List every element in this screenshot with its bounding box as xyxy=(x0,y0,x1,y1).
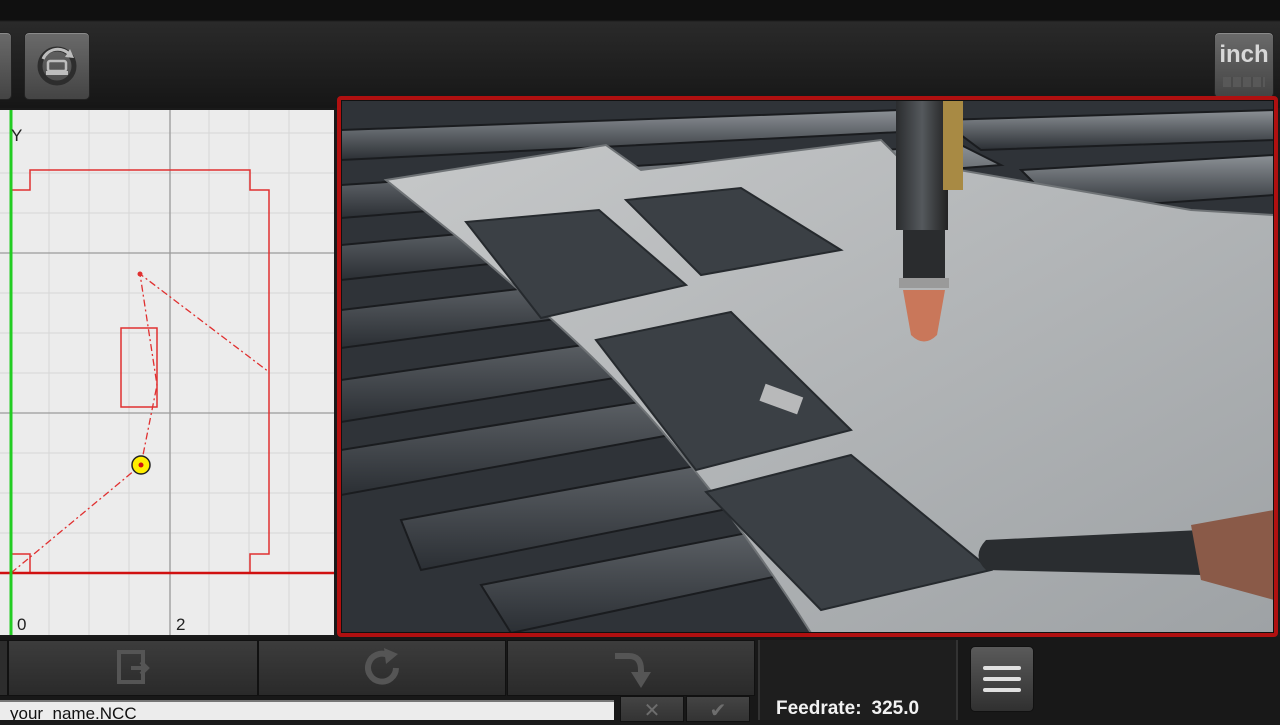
regen-gear-icon xyxy=(37,46,77,86)
bottom-left-stub-button[interactable] xyxy=(0,640,8,696)
refresh-button[interactable] xyxy=(258,640,506,696)
units-secondary-label xyxy=(1223,77,1265,87)
regen-button[interactable] xyxy=(24,32,90,100)
check-icon: ✔ xyxy=(709,700,727,722)
units-toggle-button[interactable]: inch xyxy=(1214,32,1274,98)
status-panel: Feedrate: 325.0 xyxy=(758,640,958,720)
redo-arrow-icon xyxy=(615,653,651,688)
toolpath-canvas: Y 0 2 xyxy=(0,110,334,635)
load-file-icon xyxy=(117,650,150,684)
redo-button[interactable] xyxy=(507,640,755,696)
hamburger-menu-icon xyxy=(983,677,1021,681)
part-outline xyxy=(11,169,270,574)
refresh-icon xyxy=(365,648,399,685)
y-axis-label: Y xyxy=(11,126,22,145)
toolbar-left-button[interactable] xyxy=(0,32,12,100)
feedrate-readout: Feedrate: 325.0 xyxy=(776,698,919,720)
x-tick-2: 2 xyxy=(176,615,185,634)
camera-feed xyxy=(337,96,1278,637)
toolpath-preview[interactable]: Y 0 2 xyxy=(0,110,334,635)
close-icon: ✕ xyxy=(643,700,661,722)
feedrate-label: Feedrate: xyxy=(776,698,862,719)
feedrate-value: 325.0 xyxy=(871,698,920,719)
main-menu-button[interactable] xyxy=(970,646,1034,712)
pierce-point xyxy=(137,271,143,277)
x-tick-0: 0 xyxy=(17,615,26,634)
load-file-button[interactable] xyxy=(8,640,258,696)
file-name-field[interactable]: your_name.NCC xyxy=(0,700,614,720)
confirm-button[interactable]: ✔ xyxy=(686,696,750,722)
plasma-torch-camera-view xyxy=(341,100,1274,633)
torch-position-marker xyxy=(131,455,151,475)
file-name-text: your_name.NCC xyxy=(10,704,137,720)
hamburger-menu-icon xyxy=(983,688,1021,692)
top-toolbar xyxy=(0,0,1280,108)
cancel-button[interactable]: ✕ xyxy=(620,696,684,722)
hamburger-menu-icon xyxy=(983,666,1021,670)
units-label: inch xyxy=(1219,41,1269,68)
traverse-path xyxy=(10,272,270,574)
